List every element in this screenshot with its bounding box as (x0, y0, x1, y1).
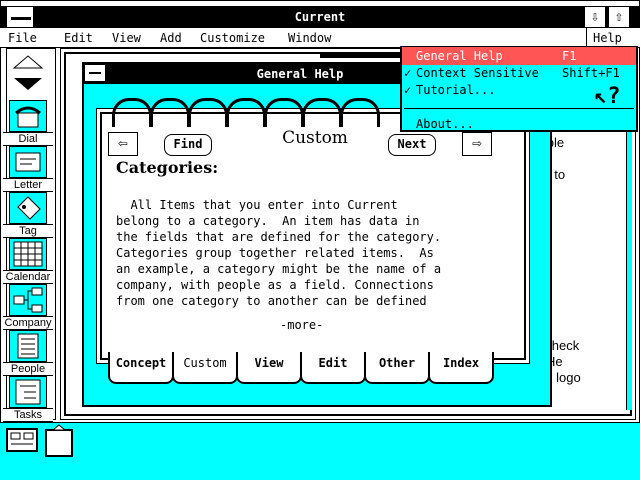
menu-help[interactable]: Help (586, 28, 630, 48)
tasks-icon (9, 376, 47, 408)
tab-edit[interactable]: Edit (300, 352, 366, 384)
letter-icon (9, 146, 47, 178)
help-body-line: an example, a category might be the name… (116, 262, 442, 276)
ring-icon (188, 98, 228, 127)
help-system-menu-button[interactable] (84, 64, 106, 82)
tab-custom[interactable]: Custom (172, 352, 238, 384)
more-indicator: -more- (280, 318, 324, 332)
tool-letter[interactable]: Letter (3, 146, 53, 192)
tool-company[interactable]: Company (3, 284, 53, 330)
next-page-button[interactable]: ⇨ (462, 132, 492, 156)
arrow-right-icon: ⇨ (472, 133, 482, 152)
tool-tag[interactable]: Tag (3, 192, 53, 238)
triangle-up-icon (12, 55, 44, 69)
tool-people[interactable]: People (3, 330, 53, 376)
minimize-button[interactable]: ⇩ (584, 6, 606, 28)
desktop-window-icon[interactable] (6, 428, 38, 455)
ring-icon (150, 98, 190, 127)
telephone-icon (9, 100, 47, 132)
help-heading: Categories: (116, 158, 219, 177)
people-icon (9, 330, 47, 362)
company-icon (9, 284, 47, 316)
tag-icon (9, 192, 47, 224)
checkmark-icon: ✓ (404, 83, 412, 97)
help-body-line: belong to a category. An item has data i… (116, 214, 420, 228)
menu-window[interactable]: Window (288, 28, 331, 48)
tool-dial[interactable]: Dial (3, 100, 53, 146)
tool-tasks[interactable]: Tasks (3, 376, 53, 422)
menu-view[interactable]: View (112, 28, 141, 48)
calendar-icon (9, 238, 47, 270)
arrow-left-icon: ⇦ (118, 133, 128, 152)
tab-concept[interactable]: Concept (108, 352, 174, 384)
menu-edit[interactable]: Edit (64, 28, 93, 48)
menu-file[interactable]: File (8, 28, 37, 48)
checkmark-icon: ✓ (404, 66, 412, 80)
app-title: Current (294, 10, 346, 24)
help-body-line: All Items that you enter into Current (116, 198, 398, 212)
find-button[interactable]: Find (164, 134, 212, 156)
ring-icon (340, 98, 380, 127)
help-body-line: the fields that are defined for the cate… (116, 230, 442, 244)
help-window-title: General Help (256, 67, 344, 81)
page-title: Custom (282, 128, 348, 148)
help-cursor-icon: ↖? (594, 84, 621, 109)
scroll-up-button[interactable] (8, 52, 48, 72)
tool-calendar[interactable]: Calendar (3, 238, 53, 284)
menu-bar: File Edit View Add Customize Window Help (0, 28, 640, 48)
scroll-down-button[interactable] (8, 74, 48, 94)
ring-icon (226, 98, 266, 127)
menu-item-about[interactable]: About... (402, 115, 636, 133)
tab-index[interactable]: Index (428, 352, 494, 384)
prev-page-button[interactable]: ⇦ (108, 132, 138, 156)
ring-icon (112, 98, 152, 127)
tab-other[interactable]: Other (364, 352, 430, 384)
menu-add[interactable]: Add (160, 28, 182, 48)
tab-view[interactable]: View (236, 352, 302, 384)
maximize-button[interactable]: ⇧ (608, 6, 630, 28)
help-body-line: company, with people as a field. Connect… (116, 278, 434, 292)
menu-item-general-help[interactable]: General Help F1 (402, 47, 636, 65)
next-button[interactable]: Next (388, 134, 436, 156)
ring-icon (264, 98, 304, 127)
ring-icon (302, 98, 342, 127)
arrow-down-icon: ⇩ (590, 9, 600, 25)
desktop-clipboard-icon[interactable] (44, 424, 74, 461)
help-body-line: from one category to another can be defi… (116, 294, 427, 308)
help-body-line: Categories group together related items.… (116, 246, 434, 260)
triangle-down-icon (14, 78, 42, 90)
system-menu-icon (89, 72, 101, 74)
arrow-up-icon: ⇧ (614, 9, 624, 25)
menu-item-context-sensitive[interactable]: ✓ Context Sensitive Shift+F1 (402, 64, 636, 82)
menu-customize[interactable]: Customize (200, 28, 265, 48)
